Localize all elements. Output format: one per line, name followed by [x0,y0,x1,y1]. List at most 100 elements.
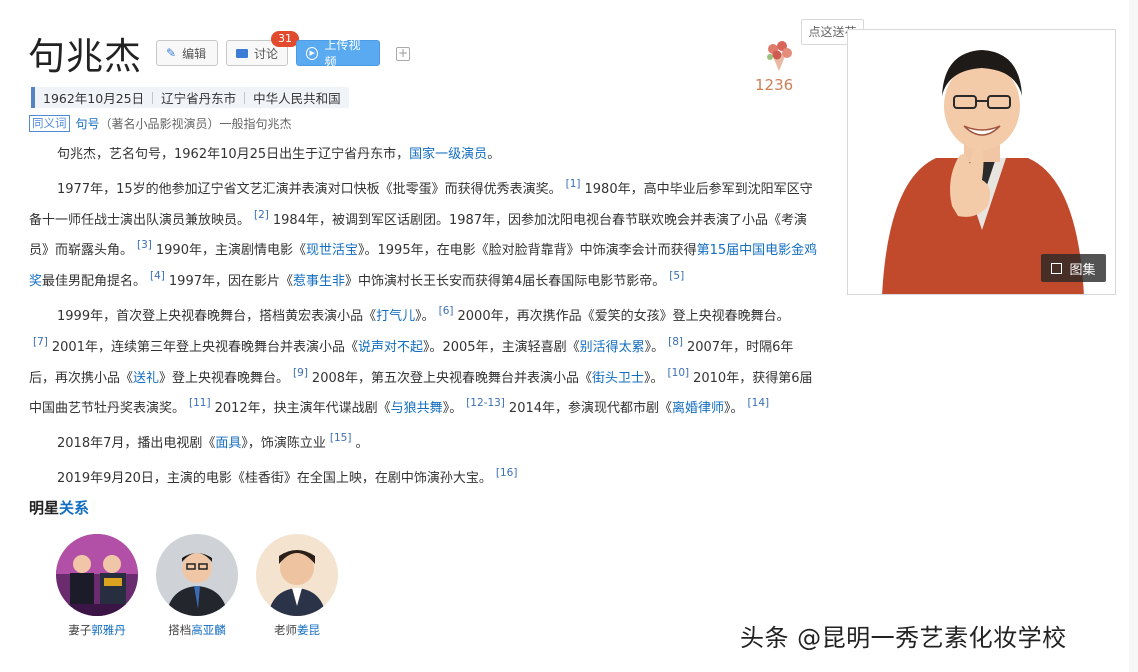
text-span: 1990年，主演剧情电影《 [155,243,306,259]
text-span: 》。1995年，在电影《脸对脸背靠背》中饰演李会计而获得 [358,243,697,259]
sketch-link[interactable]: 街头卫士 [592,371,644,386]
synonym-tag[interactable]: 同义词 [29,115,70,132]
text-span: 》。 [415,308,435,324]
paragraph-2019: 2019年9月20日，主演的电影《桂香街》在全国上映，在剧中饰演孙大宝。 [16] [29,461,819,492]
text-span: 1977年，15岁的他参加辽宁省文艺汇演并表演对口快板《批零蛋》而获得优秀表演奖… [57,181,562,197]
text-span: 1997年，因在影片《 [168,274,293,290]
text-span: 2008年，第五次登上央视春晚舞台并表演小品《 [311,370,593,386]
synonym-term-link[interactable]: 句号 [76,115,100,132]
relation-caption: 老师姜昆 [256,622,338,638]
relation-caption: 妻子郭雅丹 [56,622,138,638]
heading-part: 关系 [59,499,90,517]
flower-count: 1236 [755,76,794,94]
avatar[interactable] [56,534,138,616]
relation-role: 老师 [274,623,297,637]
gallery-button[interactable]: 图集 [1041,254,1106,282]
add-icon[interactable]: + [396,47,410,61]
discuss-count-badge: 31 [271,31,299,47]
drama-link[interactable]: 离婚律师 [672,401,724,416]
teacher-photo-icon [256,534,338,616]
drama-link[interactable]: 面具 [215,436,241,451]
relation-name-link[interactable]: 姜昆 [297,623,320,637]
drama-link[interactable]: 与狼共舞 [391,401,443,416]
top-strip [0,0,1138,14]
reference-link[interactable]: [15] [330,432,352,444]
relation-card[interactable]: 老师姜昆 [256,534,338,638]
partner-photo-icon [156,534,238,616]
heading-part: 明星 [29,499,60,517]
reference-link[interactable]: [14] [748,397,770,409]
paragraph-2018: 2018年7月，播出电视剧《面具》，饰演陈立业 [15]。 [29,426,819,457]
synonym-detail: （著名小品影视演员）一般指句兆杰 [99,117,292,131]
paragraph-early-career: 1977年，15岁的他参加辽宁省文艺汇演并表演对口快板《批零蛋》而获得优秀表演奖… [29,172,819,295]
reference-link[interactable]: [5] [669,270,684,282]
flower-bouquet-icon[interactable] [762,38,796,72]
play-icon: ▶ [306,46,319,60]
reference-link[interactable]: [1] [566,178,581,190]
edit-button[interactable]: ✎ 编辑 [156,40,218,66]
text-span: 句兆杰，艺名句号，1962年10月25日出生于辽宁省丹东市， [57,147,410,162]
drama-link[interactable]: 别活得太累 [580,340,645,355]
reference-link[interactable]: [6] [439,305,454,317]
gallery-icon [1051,262,1063,274]
discuss-label: 讨论 [254,46,279,61]
page-title: 句兆杰 [28,35,142,78]
birth-date: 1962年10月25日 [43,91,145,106]
text-span: 。 [355,436,369,452]
text-span: 》。 [442,401,463,417]
sketch-link[interactable]: 送礼 [133,371,159,386]
pencil-icon: ✎ [166,46,177,60]
text-span: 2019年9月20日，主演的电影《桂香街》在全国上映，在剧中饰演孙大宝。 [57,470,492,486]
avatar[interactable] [156,534,238,616]
relation-caption: 搭档高亚麟 [156,622,238,638]
upload-label: 上传视频 [324,38,361,69]
avatar[interactable] [256,534,338,616]
gallery-label: 图集 [1069,262,1096,278]
relation-name-link[interactable]: 郭雅丹 [91,623,126,637]
reference-link[interactable]: [3] [137,239,152,251]
text-span: 》登上央视春晚舞台。 [159,370,290,386]
text-span: 》。 [644,339,665,355]
reference-link[interactable]: [8] [668,336,683,348]
national-actor-link[interactable]: 国家一级演员 [409,147,487,162]
text-span: 2014年，参演现代都市剧《 [508,401,673,417]
text-span: 2018年7月，播出电视剧《 [57,436,216,452]
paragraph-intro: 句兆杰，艺名句号，1962年10月25日出生于辽宁省丹东市，国家一级演员。 [29,143,819,168]
reference-link[interactable]: [2] [254,209,269,221]
reference-link[interactable]: [12-13] [466,397,505,409]
relation-role: 搭档 [168,623,192,637]
relation-role: 妻子 [68,623,92,637]
relation-name-link[interactable]: 高亚麟 [191,623,226,637]
paragraph-gala: 1999年，首次登上央视春晚舞台，搭档黄宏表演小品《打气儿》。 [6] 2000年，… [29,299,819,422]
upload-video-button[interactable]: ▶ 上传视频 [296,38,380,69]
comment-icon [236,48,248,58]
text-span: 》。2005年，主演轻喜剧《 [422,339,580,355]
reference-link[interactable]: [11] [189,397,211,409]
article-body: 句兆杰，艺名句号，1962年10月25日出生于辽宁省丹东市，国家一级演员。 19… [29,143,819,496]
sketch-link[interactable]: 打气儿 [376,309,415,324]
watermark: 头条 @昆明一秀艺素化妆学校 [740,624,1067,652]
edit-label: 编辑 [182,46,207,61]
relation-card[interactable]: 搭档高亚麟 [156,534,238,638]
text-span: 1999年，首次登上央视春晚舞台，搭档黄宏表演小品《 [57,308,377,324]
text-span: 。 [487,147,501,162]
nationality: 中华人民共和国 [253,91,341,106]
reference-link[interactable]: [4] [150,270,165,282]
film-link[interactable]: 惹事生非 [293,274,345,289]
relation-card[interactable]: 妻子郭雅丹 [56,534,138,638]
text-span: 》。 [644,370,664,386]
scroll-edge [1129,0,1138,672]
reference-link[interactable]: [9] [293,367,308,379]
text-span: 》中饰演村长王长安而获得第4届长春国际电影节影帝。 [345,274,666,290]
birth-place: 辽宁省丹东市 [161,91,237,106]
sketch-link[interactable]: 说声对不起 [358,340,423,355]
reference-link[interactable]: [16] [496,467,518,479]
text-span: 2001年，连续第三年登上央视春晚舞台并表演小品《 [51,339,358,355]
text-span: 最佳男配角提名。 [42,274,147,290]
film-link[interactable]: 现世活宝 [306,243,358,258]
reference-link[interactable]: [10] [668,367,690,379]
basic-info-bar: 1962年10月25日 辽宁省丹东市 中华人民共和国 [31,87,349,108]
text-span: 》，饰演陈立业 [241,436,326,452]
reference-link[interactable]: [7] [33,336,48,348]
wife-photo-icon [56,534,138,616]
